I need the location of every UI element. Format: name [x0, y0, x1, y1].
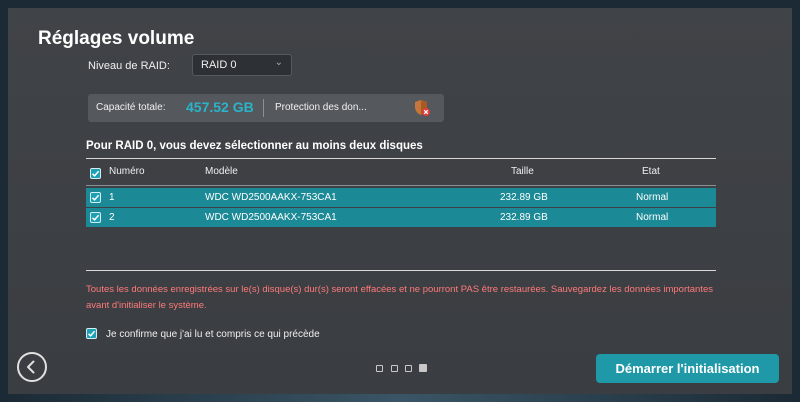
disk-model: WDC WD2500AAKX-753CA1 [205, 212, 337, 223]
volume-settings-dialog: Réglages volume Niveau de RAID: RAID 0 ⌄… [8, 8, 792, 394]
confirm-checkbox[interactable] [86, 328, 97, 339]
capacity-separator [263, 99, 264, 117]
raid-level-select[interactable]: RAID 0 ⌄ [192, 54, 292, 76]
select-all-checkbox[interactable] [90, 168, 101, 179]
confirm-label[interactable]: Je confirme que j'ai lu et compris ce qu… [106, 329, 320, 340]
data-loss-warning: Toutes les données enregistrées sur le(s… [86, 284, 713, 311]
table-row[interactable]: 2 WDC WD2500AAKX-753CA1 232.89 GB Normal [86, 208, 716, 227]
disk-number: 2 [109, 212, 115, 223]
disk-model: WDC WD2500AAKX-753CA1 [205, 192, 337, 203]
column-header-size[interactable]: Taille [511, 166, 534, 177]
raid-level-label: Niveau de RAID: [88, 60, 170, 72]
chevron-down-icon: ⌄ [274, 57, 283, 68]
page-dot-current[interactable] [419, 364, 427, 372]
column-header-number[interactable]: Numéro [109, 166, 145, 177]
disk-size: 232.89 GB [500, 212, 548, 223]
back-arrow-icon [27, 360, 35, 374]
shield-warning-icon[interactable] [414, 99, 430, 117]
row-checkbox[interactable] [90, 212, 101, 223]
raid-level-value: RAID 0 [201, 59, 237, 71]
divider [86, 270, 716, 271]
start-initialization-button[interactable]: Démarrer l'initialisation [596, 354, 779, 383]
table-row[interactable]: 1 WDC WD2500AAKX-753CA1 232.89 GB Normal [86, 188, 716, 207]
disk-size: 232.89 GB [500, 192, 548, 203]
page-dot[interactable] [391, 365, 398, 372]
capacity-value: 457.52 GB [186, 99, 254, 115]
disk-number: 1 [109, 192, 115, 203]
back-button[interactable] [17, 352, 47, 382]
column-header-state[interactable]: Etat [642, 166, 660, 177]
disk-state: Normal [636, 192, 669, 203]
disk-state: Normal [636, 212, 669, 223]
divider [86, 158, 716, 159]
capacity-bar: Capacité totale: 457.52 GB Protection de… [88, 94, 444, 122]
row-checkbox[interactable] [90, 192, 101, 203]
page-dot[interactable] [376, 365, 383, 372]
capacity-label: Capacité totale: [96, 102, 166, 113]
protection-label: Protection des don... [275, 102, 367, 113]
page-title: Réglages volume [38, 28, 195, 49]
page-dot[interactable] [405, 365, 412, 372]
column-header-model[interactable]: Modèle [205, 166, 238, 177]
section-title: Pour RAID 0, vous devez sélectionner au … [86, 140, 423, 152]
divider [86, 185, 716, 186]
